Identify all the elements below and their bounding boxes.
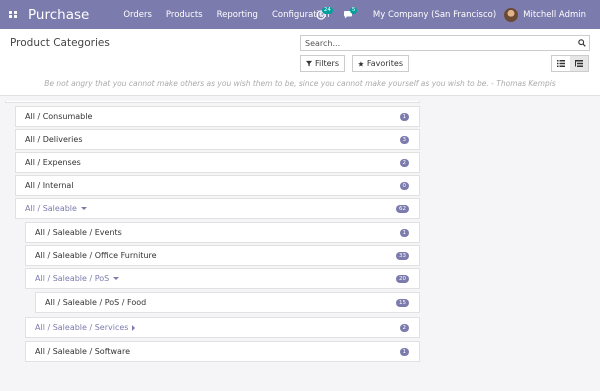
caret-down-icon [113,277,120,280]
page-title: Product Categories [10,37,110,49]
tree-top-edge [5,101,420,103]
messages-chat-icon[interactable]: 5 [341,6,358,23]
category-count-badge: 33 [396,252,409,260]
user-menu[interactable]: Mitchell Admin [523,10,586,20]
view-switcher [551,55,589,72]
category-label: All / Saleable [16,204,87,213]
category-count-badge: 3 [399,136,409,144]
caret-right-icon [132,324,136,331]
category-label: All / Consumable [25,112,93,121]
apps-menu-icon[interactable] [5,7,21,23]
category-label: All / Saleable / PoS / Food [45,298,147,307]
category-label: All / Saleable / Events [35,228,122,237]
search-box [300,35,590,51]
control-panel: Product Categories Filters Favorites Be … [0,29,600,96]
main-menu: Orders Products Reporting Configuration [123,10,329,20]
category-row-expanded[interactable]: All / Saleable 62 [15,198,420,219]
filters-button[interactable]: Filters [300,55,345,72]
category-count-badge: 2 [399,159,409,167]
category-label: All / Saleable / PoS [26,274,120,283]
menu-orders[interactable]: Orders [123,10,152,20]
category-row[interactable]: All / Saleable / Events 1 [25,222,420,243]
filter-icon [306,60,313,67]
category-count-badge: 1 [399,113,409,121]
helper-quote: Be not angry that you cannot make others… [44,79,556,88]
menu-reporting[interactable]: Reporting [217,10,258,20]
category-row[interactable]: All / Consumable 1 [15,106,420,127]
category-count-badge: 1 [399,348,409,356]
category-label-text: All / Saleable / Services [35,323,129,332]
menu-products[interactable]: Products [166,10,203,20]
category-row[interactable]: All / Saleable / PoS / Food 15 [35,292,420,313]
favorites-button[interactable]: Favorites [352,55,409,72]
category-label: All / Saleable / Services [26,323,136,332]
messages-count-badge: 5 [349,6,358,14]
category-row-expanded[interactable]: All / Saleable / PoS 20 [25,268,420,289]
category-count-badge: 0 [399,182,409,190]
category-row[interactable]: All / Saleable / Office Furniture 33 [25,245,420,266]
user-avatar[interactable] [504,7,519,22]
category-count-badge: 20 [396,275,409,283]
filters-label: Filters [315,59,339,68]
category-label-text: All / Saleable [25,204,77,213]
category-label: All / Expenses [25,158,81,167]
category-row[interactable]: All / Internal 0 [15,175,420,196]
category-label: All / Deliveries [25,135,83,144]
app-title[interactable]: Purchase [28,7,89,23]
category-label: All / Saleable / Software [35,347,130,356]
category-row-collapsed[interactable]: All / Saleable / Services 2 [25,317,420,338]
category-label: All / Saleable / Office Furniture [35,251,157,260]
category-count-badge: 2 [399,324,409,332]
search-input[interactable] [301,36,575,50]
category-row[interactable]: All / Deliveries 3 [15,129,420,150]
list-view-icon[interactable] [552,56,570,71]
hierarchy-view-icon[interactable] [570,56,588,71]
favorites-label: Favorites [366,59,403,68]
category-label: All / Internal [25,181,74,190]
star-icon [358,60,364,66]
category-row[interactable]: All / Saleable / Software 1 [25,341,420,362]
category-row[interactable]: All / Expenses 2 [15,152,420,173]
category-count-badge: 1 [399,229,409,237]
activity-clock-icon[interactable]: 24 [313,6,333,23]
systray: 24 5 My Company (San Francisco) Mitchell… [313,0,600,29]
search-icon[interactable] [575,36,589,50]
category-count-badge: 15 [396,299,409,307]
caret-down-icon [80,207,87,210]
category-label-text: All / Saleable / PoS [35,274,110,283]
category-count-badge: 62 [396,205,409,213]
top-navbar: Purchase Orders Products Reporting Confi… [0,0,600,29]
company-switcher[interactable]: My Company (San Francisco) [373,10,496,20]
activity-count-badge: 24 [321,6,333,14]
